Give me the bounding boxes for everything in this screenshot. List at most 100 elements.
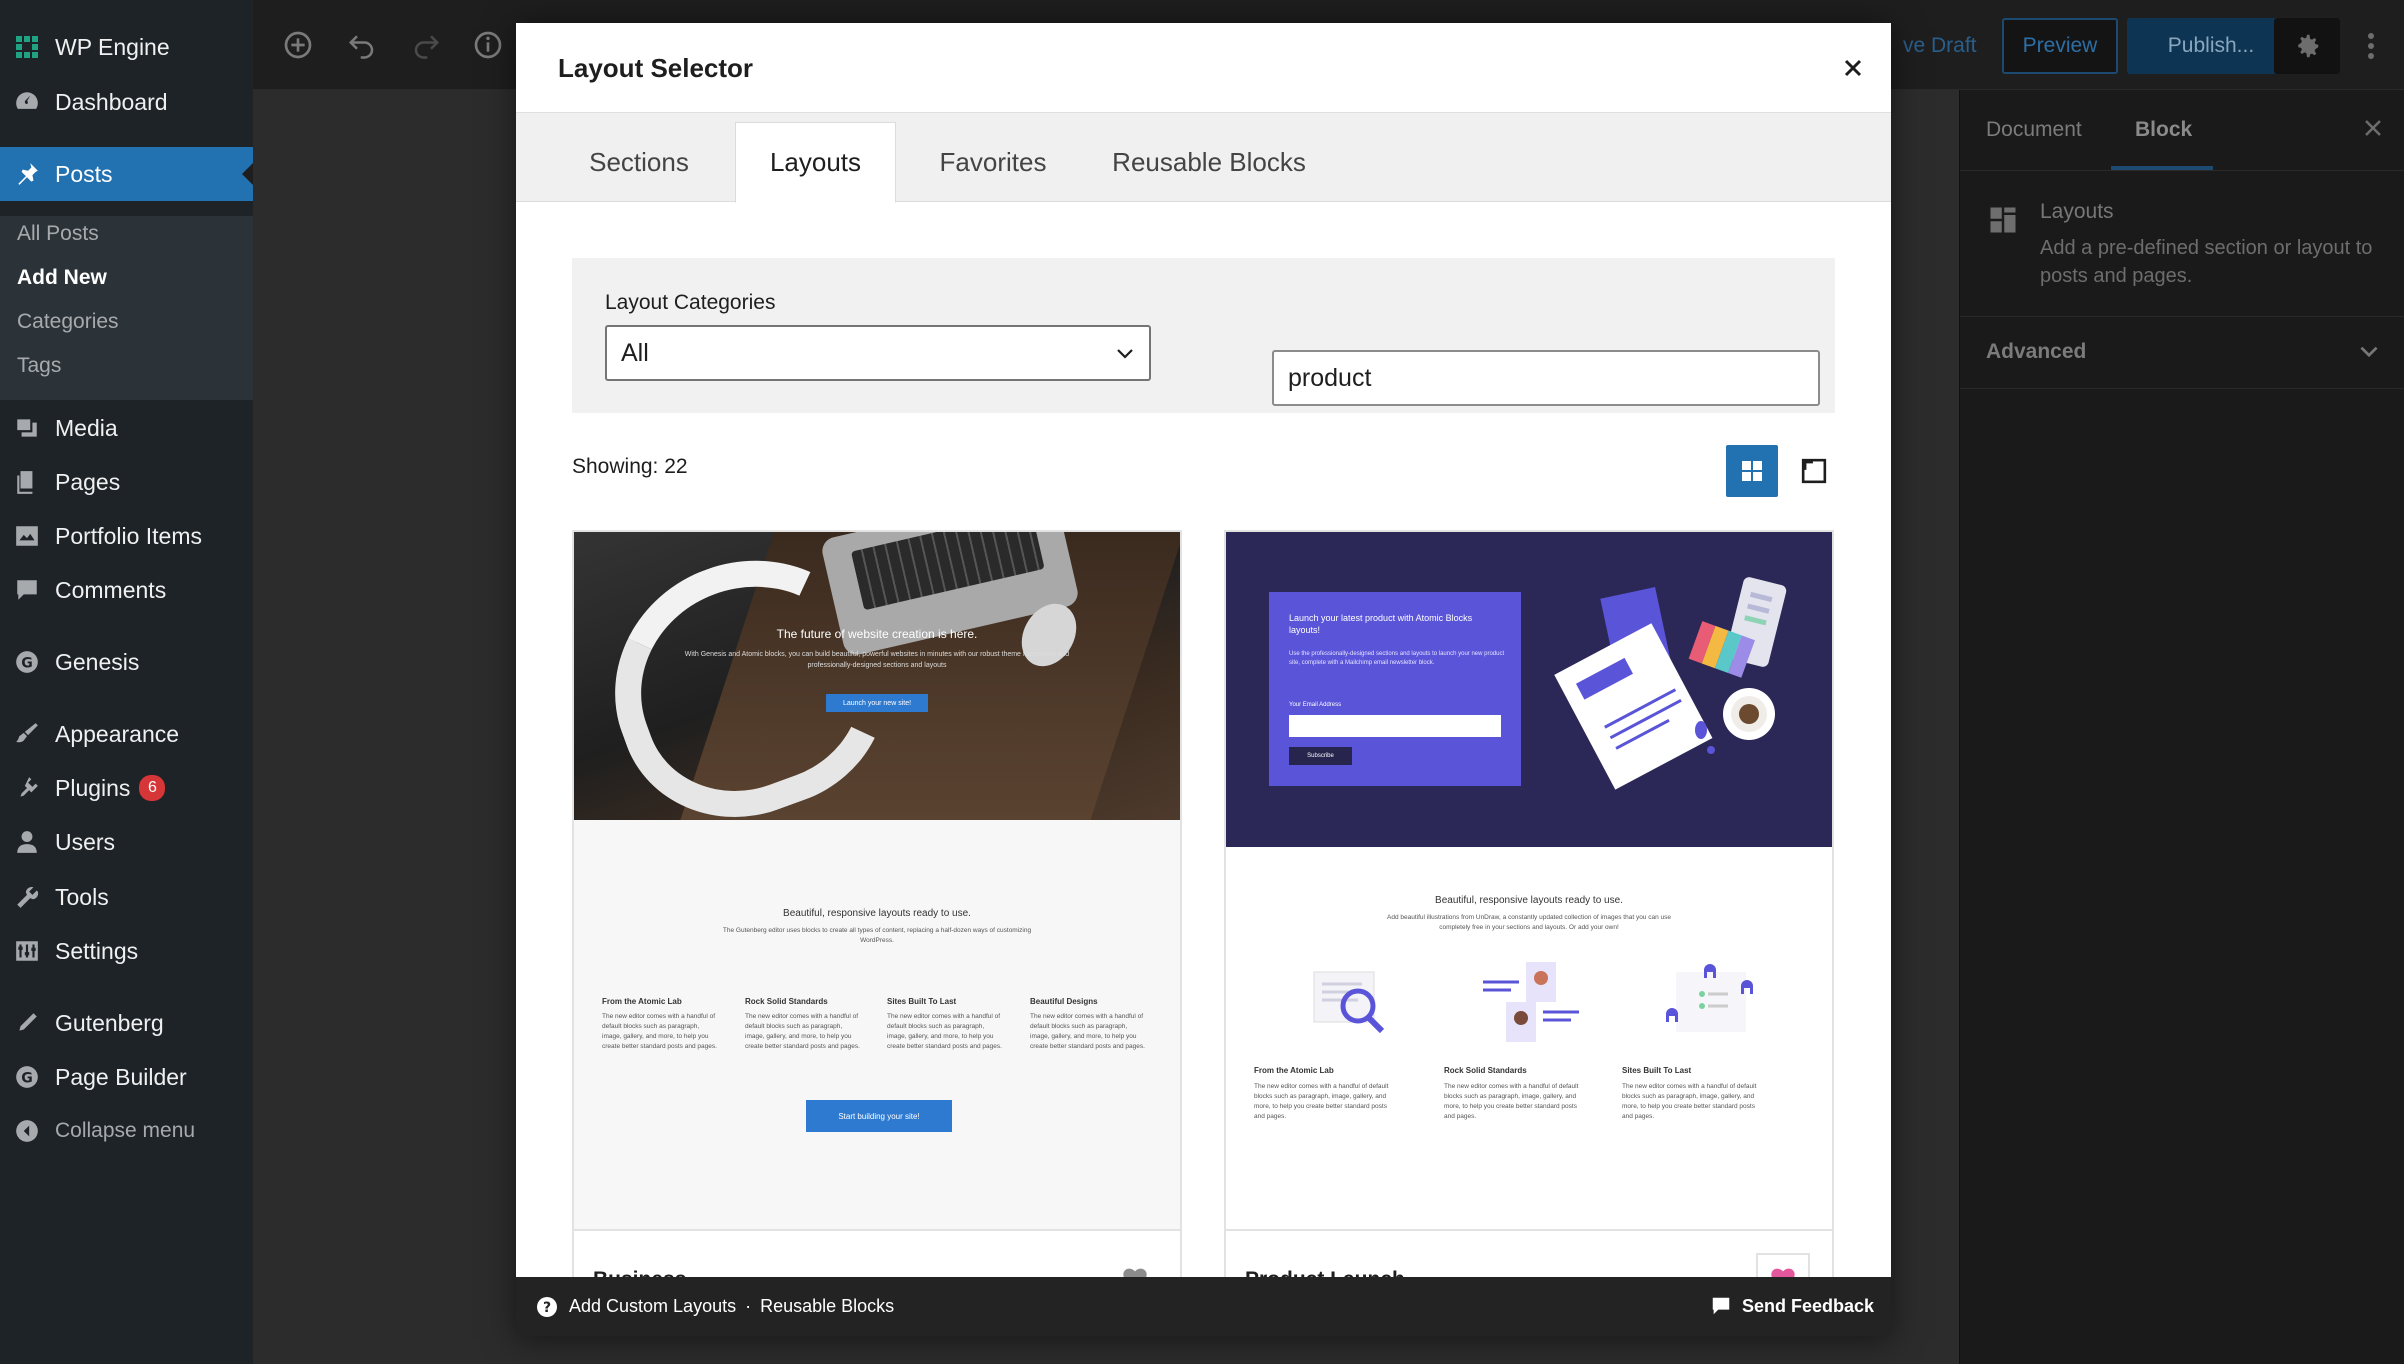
send-feedback-button[interactable]: Send Feedback — [1710, 1295, 1874, 1317]
menu-item-plugins[interactable]: Plugins 6 — [0, 761, 253, 815]
preview-col-text: The new editor comes with a handful of d… — [602, 1013, 717, 1050]
reusable-blocks-link[interactable]: Reusable Blocks — [760, 1296, 894, 1317]
menu-item-gutenberg[interactable]: Gutenberg — [0, 996, 253, 1050]
gutenberg-icon — [13, 1009, 41, 1037]
menu-label: Posts — [55, 160, 113, 187]
info-icon[interactable] — [470, 27, 506, 63]
tab-layouts[interactable]: Layouts — [735, 122, 896, 203]
collapse-arrow-icon — [13, 1117, 41, 1145]
tab-favorites[interactable]: Favorites — [913, 122, 1073, 202]
undo-icon[interactable] — [344, 27, 380, 63]
menu-item-media[interactable]: Media — [0, 401, 253, 455]
layout-preview-image[interactable]: Launch your latest product with Atomic B… — [1226, 532, 1832, 1229]
preview-hero: The future of website creation is here. … — [574, 532, 1180, 820]
magnifier-illustration — [1313, 971, 1385, 1034]
tab-block[interactable]: Block — [2135, 118, 2192, 142]
more-options-button[interactable] — [2353, 18, 2389, 74]
preview-col-title: From the Atomic Lab — [1254, 1066, 1334, 1075]
menu-label: Appearance — [55, 720, 180, 747]
preview-form-title: Launch your latest product with Atomic B… — [1289, 613, 1473, 635]
close-icon — [1844, 59, 1862, 77]
menu-label: Page Builder — [55, 1063, 187, 1090]
layout-card-product-launch[interactable]: Launch your latest product with Atomic B… — [1224, 530, 1834, 1330]
collapse-menu-button[interactable]: Collapse menu — [0, 1104, 253, 1158]
menu-label: Genesis — [55, 648, 140, 675]
add-custom-layouts-link[interactable]: Add Custom Layouts — [569, 1296, 736, 1317]
divider — [574, 1229, 1180, 1231]
menu-item-site[interactable]: WP Engine — [0, 20, 253, 74]
redo-icon[interactable] — [408, 27, 444, 63]
vertical-ellipsis-icon — [2368, 33, 2374, 59]
preview-col-title: From the Atomic Lab — [602, 997, 682, 1006]
preview-col-title: Rock Solid Standards — [745, 997, 828, 1006]
layout-preview-image[interactable]: The future of website creation is here. … — [574, 532, 1180, 1229]
close-sidebar-icon[interactable] — [2357, 112, 2389, 144]
menu-label: Pages — [55, 468, 121, 495]
plugins-update-badge: 6 — [139, 775, 166, 801]
send-feedback-label: Send Feedback — [1741, 1295, 1874, 1316]
advanced-panel-toggle[interactable]: Advanced — [1986, 340, 2086, 364]
menu-item-dashboard[interactable]: Dashboard — [0, 75, 253, 129]
layout-categories-select[interactable]: All — [605, 325, 1151, 381]
divider — [1226, 1229, 1832, 1231]
submenu-all-posts[interactable]: All Posts — [17, 222, 99, 246]
preview-button[interactable]: Preview — [2002, 18, 2118, 74]
help-icon: ? — [536, 1296, 558, 1318]
menu-label: Users — [55, 828, 116, 855]
menu-item-page-builder[interactable]: G Page Builder — [0, 1050, 253, 1104]
submenu-add-new[interactable]: Add New — [17, 266, 107, 290]
grid-view-button[interactable] — [1726, 445, 1778, 497]
comments-icon — [13, 576, 41, 604]
block-settings-sidebar: Document Block Layouts Add a pre-defined… — [1959, 90, 2404, 1364]
profiles-illustration — [1483, 962, 1579, 1042]
tab-sections[interactable]: Sections — [564, 122, 714, 202]
menu-item-comments[interactable]: Comments — [0, 563, 253, 617]
menu-item-tools[interactable]: Tools — [0, 870, 253, 924]
preview-col-text: The new editor comes with a handful of d… — [1444, 1083, 1579, 1120]
svg-text:G: G — [21, 655, 33, 671]
preview-section-title: Beautiful, responsive layouts ready to u… — [783, 908, 971, 919]
preview-form-label: Your Email Address — [1289, 702, 1342, 708]
layout-search-input[interactable] — [1272, 350, 1820, 406]
layout-card-business[interactable]: The future of website creation is here. … — [572, 530, 1182, 1330]
preview-col-text: The new editor comes with a handful of d… — [1030, 1013, 1145, 1050]
menu-item-appearance[interactable]: Appearance — [0, 707, 253, 761]
menu-item-pages[interactable]: Pages — [0, 455, 253, 509]
tab-document[interactable]: Document — [1986, 118, 2082, 142]
users-icon — [13, 828, 41, 856]
layout-filter-panel: Layout Categories All — [572, 258, 1835, 413]
menu-item-users[interactable]: Users — [0, 815, 253, 869]
submenu-categories[interactable]: Categories — [17, 310, 119, 334]
selected-category: All — [621, 338, 649, 367]
close-modal-button[interactable] — [1838, 53, 1868, 83]
preview-form-text: Use the professionally-designed sections… — [1289, 651, 1505, 666]
add-block-icon[interactable] — [280, 27, 316, 63]
gear-icon — [2298, 34, 2319, 58]
layouts-block-icon — [1988, 205, 2018, 235]
block-description: Add a pre-defined section or layout to p… — [2040, 237, 2373, 287]
settings-gear-button[interactable] — [2274, 18, 2340, 74]
menu-item-posts[interactable]: Posts — [0, 147, 254, 201]
chevron-down-icon[interactable] — [2356, 339, 2386, 369]
modal-header: Layout Selector — [516, 23, 1891, 113]
preview-section-title: Beautiful, responsive layouts ready to u… — [1435, 895, 1623, 906]
menu-label: Portfolio Items — [55, 522, 202, 549]
connections-illustration — [1666, 964, 1753, 1032]
menu-item-genesis[interactable]: G Genesis — [0, 635, 253, 689]
preview-col-title: Sites Built To Last — [887, 997, 957, 1006]
submenu-tags[interactable]: Tags — [17, 354, 61, 378]
preview-cta-button: Start building your site! — [806, 1100, 952, 1132]
menu-label: Tools — [55, 883, 109, 910]
preview-hero-title: The future of website creation is here. — [776, 627, 978, 641]
page-builder-icon: G — [13, 1063, 41, 1091]
publish-button[interactable]: Publish... — [2127, 18, 2295, 74]
menu-item-portfolio[interactable]: Portfolio Items — [0, 509, 253, 563]
divider — [1960, 388, 2404, 389]
menu-item-settings[interactable]: Settings — [0, 924, 253, 978]
appearance-icon — [13, 720, 41, 748]
menu-label: Plugins — [55, 774, 131, 801]
single-column-view-button[interactable] — [1794, 451, 1834, 491]
admin-sidebar: WP Engine Dashboard Posts All Posts Add … — [0, 0, 254, 1364]
menu-label: Gutenberg — [55, 1009, 164, 1036]
tab-reusable-blocks[interactable]: Reusable Blocks — [1089, 122, 1329, 202]
